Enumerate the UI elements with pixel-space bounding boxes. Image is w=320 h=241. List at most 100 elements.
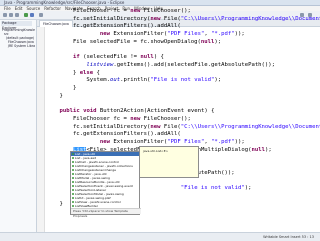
code-token: } [46, 200, 63, 207]
code-token: ); [214, 38, 222, 45]
interface-icon [72, 193, 74, 195]
interface-icon [72, 153, 74, 155]
code-token: File( [160, 15, 181, 22]
code-token: out [110, 77, 121, 84]
code-line: listview.getItems().add(selectedFile.get… [46, 62, 275, 70]
status-text: Writable Smart Insert 53 : 13 [263, 235, 314, 239]
code-token: ) { [153, 54, 164, 61]
code-line: } else { [46, 70, 100, 78]
code-token: ExtensionFilter( [110, 138, 168, 145]
code-token: Button2Action(ActionEvent event) { [96, 108, 215, 115]
new-icon[interactable] [3, 13, 7, 17]
code-token: } [46, 92, 63, 99]
code-token: File( [160, 123, 181, 130]
interface-icon [72, 201, 74, 203]
code-line: } [46, 92, 63, 101]
content-assist-popup[interactable]: List - java.util List - java.awt ListCell … [70, 151, 141, 218]
code-token: (selectedFile != [79, 54, 141, 61]
code-token: System. [46, 77, 110, 84]
code-token: .getItems().add(selectedFile.getAbsolute… [113, 61, 276, 68]
code-token: FileChooser(); [140, 115, 191, 122]
code-token: "PDF Files" [167, 31, 205, 38]
code-token: fc.getExtensionFilters().addAll( [46, 131, 181, 138]
code-line: } [46, 85, 76, 93]
code-token: fc.setInitialDirectory( [46, 15, 151, 22]
package-explorer-tab[interactable]: Package Explorer [1, 21, 32, 30]
code-token: new [99, 31, 110, 38]
code-line: FileChooser fc = new FileChooser(); [46, 116, 191, 124]
interface-icon [72, 177, 74, 179]
code-token: void [83, 108, 97, 115]
print-icon[interactable] [15, 13, 19, 17]
javadoc-popup: java.util.List<E> [139, 146, 199, 178]
javadoc-text: java.util.List<E> [143, 149, 169, 153]
interface-icon [72, 205, 74, 207]
code-token: "*.pdf" [211, 31, 235, 38]
code-token: { [93, 69, 100, 76]
code-token: listview [86, 61, 114, 68]
code-token: FileChooser(); [140, 8, 191, 14]
tree-item[interactable]: JRE System Library [2, 44, 35, 48]
code-token: fc.getExtensionFilters().addAll( [46, 23, 181, 30]
code-line: fc.getExtensionFilters().addAll( [46, 23, 181, 31]
run-icon[interactable] [24, 13, 28, 17]
code-token: .println( [120, 77, 151, 84]
code-token: fc.setInitialDirectory( [46, 123, 151, 130]
debug-icon[interactable] [30, 13, 34, 17]
interface-icon [72, 185, 74, 187]
code-token: new [150, 15, 161, 22]
interface-icon [72, 197, 74, 199]
code-token: FileChooser fc = [46, 115, 131, 122]
code-token: "*.pdf" [211, 138, 235, 145]
code-line: FileChooser fc = new FileChooser(); [46, 8, 191, 16]
code-line: fc.setInitialDirectory(new File("C:\\Use… [46, 16, 320, 24]
code-token: new [99, 138, 110, 145]
interface-icon [72, 165, 74, 167]
code-token: "File is not valid" [180, 185, 245, 192]
code-token: } [46, 69, 80, 76]
interface-icon [72, 169, 74, 171]
code-token: null [251, 146, 265, 153]
code-token: "C:\\Users\\ProgrammingKnowledge\\Docume… [180, 123, 320, 130]
editor-gutter [37, 27, 45, 232]
code-line: if (selectedFile != null) { [46, 54, 164, 62]
code-line: public void Button2Action(ActionEvent ev… [46, 108, 214, 116]
interface-icon [72, 189, 74, 191]
code-line: fc.setInitialDirectory(new File("C:\\Use… [46, 124, 320, 132]
code-token: )); [234, 138, 245, 145]
package-explorer: Package Explorer ProgrammingKnowledgesrc… [0, 20, 37, 232]
interface-icon [72, 157, 74, 159]
code-token: ); [264, 146, 272, 153]
code-token: FileChooser fc = [46, 8, 131, 14]
code-line: File selectedFile = fc.showOpenDialog(nu… [46, 39, 221, 47]
eclipse-window: Java - ProgrammingKnowledge/src/FileChoo… [0, 0, 320, 241]
code-token: ); [214, 77, 222, 84]
window-title: Java - ProgrammingKnowledge/src/FileChoo… [4, 0, 125, 5]
interface-icon [72, 173, 74, 175]
package-tree: ProgrammingKnowledgesrc(default package)… [2, 28, 35, 48]
code-line: System.out.println("File is not valid"); [46, 77, 221, 85]
code-token: "C:\\Users\\ProgrammingKnowledge\\Docume… [180, 15, 320, 22]
code-line: fc.getExtensionFilters().addAll( [46, 131, 181, 139]
code-token: File selectedFile = fc.showOpenDialog( [46, 38, 201, 45]
content-assist-status: Press 'Ctrl+Space' to show Template Prop… [71, 208, 141, 218]
interface-icon [72, 161, 74, 163]
search-icon[interactable] [39, 13, 43, 17]
code-line: new ExtensionFilter("PDF Files", "*.pdf"… [46, 31, 245, 39]
interface-icon [72, 181, 74, 183]
save-icon[interactable] [9, 13, 13, 17]
code-token: "File is not valid" [150, 77, 215, 84]
code-token: if [72, 54, 80, 61]
code-token: else [79, 69, 94, 76]
code-token: null [200, 38, 215, 45]
code-token: ); [244, 185, 252, 192]
code-token: null [140, 54, 154, 61]
code-token: "PDF Files" [167, 138, 205, 145]
code-token: new [130, 8, 141, 14]
code-token: public [59, 108, 80, 115]
